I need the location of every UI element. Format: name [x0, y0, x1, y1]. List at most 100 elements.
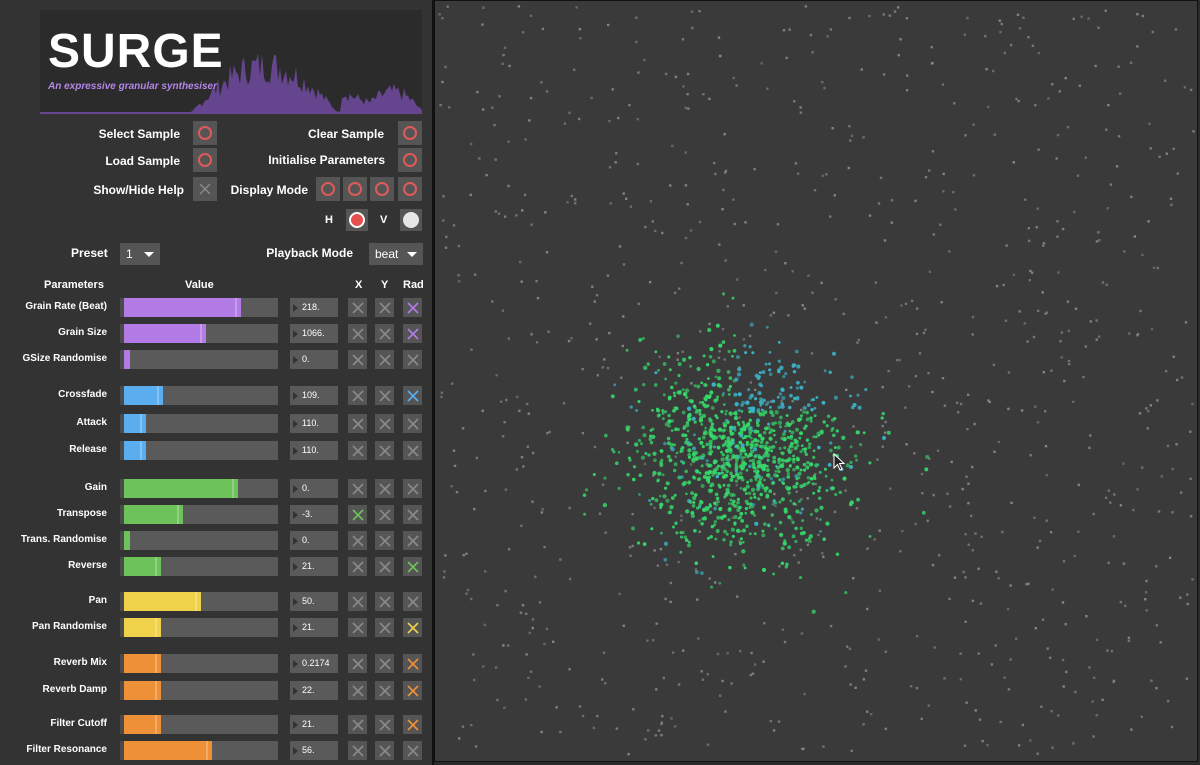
parameter-slider[interactable]: [120, 741, 278, 760]
y-mod-toggle[interactable]: [375, 298, 394, 317]
grain-visualizer[interactable]: [434, 0, 1198, 762]
y-mod-toggle[interactable]: [375, 414, 394, 433]
parameter-number-box[interactable]: 110.: [290, 414, 338, 433]
parameter-number-box[interactable]: 21.: [290, 715, 338, 734]
rad-mod-toggle[interactable]: [403, 741, 422, 760]
parameter-number-box[interactable]: 21.: [290, 618, 338, 637]
parameter-number-box[interactable]: -3.: [290, 505, 338, 524]
rad-mod-toggle[interactable]: [403, 350, 422, 369]
x-mod-toggle[interactable]: [348, 715, 367, 734]
x-mod-toggle[interactable]: [348, 618, 367, 637]
y-mod-toggle[interactable]: [375, 324, 394, 343]
y-mod-toggle[interactable]: [375, 681, 394, 700]
parameter-number-box[interactable]: 56.: [290, 741, 338, 760]
parameter-slider[interactable]: [120, 350, 278, 369]
parameter-number-box[interactable]: 0.: [290, 479, 338, 498]
display-mode-button-1[interactable]: [316, 177, 340, 201]
parameter-slider[interactable]: [120, 557, 278, 576]
rad-mod-toggle[interactable]: [403, 414, 422, 433]
display-mode-button-4[interactable]: [398, 177, 422, 201]
active-grain: [688, 356, 692, 360]
parameter-slider[interactable]: [120, 654, 278, 673]
rad-mod-toggle[interactable]: [403, 298, 422, 317]
rad-mod-toggle[interactable]: [403, 557, 422, 576]
parameter-slider[interactable]: [120, 479, 278, 498]
y-mod-toggle[interactable]: [375, 654, 394, 673]
x-mod-toggle[interactable]: [348, 531, 367, 550]
parameter-number-box[interactable]: 0.: [290, 531, 338, 550]
parameter-number-box[interactable]: 218.: [290, 298, 338, 317]
rad-mod-toggle[interactable]: [403, 654, 422, 673]
x-mod-toggle[interactable]: [348, 505, 367, 524]
parameter-slider[interactable]: [120, 324, 278, 343]
preset-dropdown[interactable]: 1: [120, 243, 160, 265]
v-toggle[interactable]: [400, 209, 422, 231]
active-grain: [777, 420, 783, 425]
parameter-slider[interactable]: [120, 441, 278, 460]
parameter-slider[interactable]: [120, 531, 278, 550]
y-mod-toggle[interactable]: [375, 557, 394, 576]
x-mod-toggle[interactable]: [348, 741, 367, 760]
close-icon: [199, 183, 211, 195]
x-mod-toggle[interactable]: [348, 414, 367, 433]
parameter-number-box[interactable]: 0.2174: [290, 654, 338, 673]
parameter-slider[interactable]: [120, 618, 278, 637]
y-mod-toggle[interactable]: [375, 531, 394, 550]
y-mod-toggle[interactable]: [375, 741, 394, 760]
y-mod-toggle[interactable]: [375, 350, 394, 369]
rad-mod-toggle[interactable]: [403, 324, 422, 343]
clear-sample-button[interactable]: [398, 121, 422, 145]
rad-mod-toggle[interactable]: [403, 386, 422, 405]
parameter-slider[interactable]: [120, 592, 278, 611]
parameter-number-box[interactable]: 22.: [290, 681, 338, 700]
display-mode-button-2[interactable]: [343, 177, 367, 201]
background-grain: [690, 382, 693, 385]
rad-mod-toggle[interactable]: [403, 479, 422, 498]
rad-mod-toggle[interactable]: [403, 592, 422, 611]
rad-mod-toggle[interactable]: [403, 441, 422, 460]
parameter-slider[interactable]: [120, 505, 278, 524]
x-mod-toggle[interactable]: [348, 557, 367, 576]
x-mod-toggle[interactable]: [348, 681, 367, 700]
x-mod-toggle[interactable]: [348, 386, 367, 405]
y-mod-toggle[interactable]: [375, 441, 394, 460]
x-mod-toggle[interactable]: [348, 324, 367, 343]
parameter-number-box[interactable]: 109.: [290, 386, 338, 405]
x-mod-toggle[interactable]: [348, 654, 367, 673]
y-mod-toggle[interactable]: [375, 479, 394, 498]
parameter-slider[interactable]: [120, 386, 278, 405]
x-mod-toggle[interactable]: [348, 592, 367, 611]
rad-mod-toggle[interactable]: [403, 531, 422, 550]
parameter-slider[interactable]: [120, 715, 278, 734]
parameter-number-box[interactable]: 110.: [290, 441, 338, 460]
h-toggle[interactable]: [346, 209, 368, 231]
rad-mod-toggle[interactable]: [403, 715, 422, 734]
y-mod-toggle[interactable]: [375, 618, 394, 637]
rad-mod-toggle[interactable]: [403, 681, 422, 700]
y-mod-toggle[interactable]: [375, 715, 394, 734]
parameter-number-box[interactable]: 50.: [290, 592, 338, 611]
rad-mod-toggle[interactable]: [403, 505, 422, 524]
background-grain: [462, 554, 465, 557]
playback-mode-dropdown[interactable]: beat: [369, 243, 423, 265]
x-mod-toggle[interactable]: [348, 350, 367, 369]
parameter-slider[interactable]: [120, 681, 278, 700]
y-mod-toggle[interactable]: [375, 386, 394, 405]
select-sample-button[interactable]: [193, 121, 217, 145]
display-mode-button-3[interactable]: [370, 177, 394, 201]
x-mod-toggle[interactable]: [348, 298, 367, 317]
grain-scatter[interactable]: [435, 1, 1197, 761]
y-mod-toggle[interactable]: [375, 505, 394, 524]
parameter-number-box[interactable]: 21.: [290, 557, 338, 576]
parameter-slider[interactable]: [120, 298, 278, 317]
parameter-number-box[interactable]: 1066.: [290, 324, 338, 343]
parameter-number-box[interactable]: 0.: [290, 350, 338, 369]
rad-mod-toggle[interactable]: [403, 618, 422, 637]
x-mod-toggle[interactable]: [348, 479, 367, 498]
initialise-parameters-button[interactable]: [398, 148, 422, 172]
y-mod-toggle[interactable]: [375, 592, 394, 611]
parameter-slider[interactable]: [120, 414, 278, 433]
x-mod-toggle[interactable]: [348, 441, 367, 460]
load-sample-button[interactable]: [193, 148, 217, 172]
show-hide-help-toggle[interactable]: [193, 177, 217, 201]
